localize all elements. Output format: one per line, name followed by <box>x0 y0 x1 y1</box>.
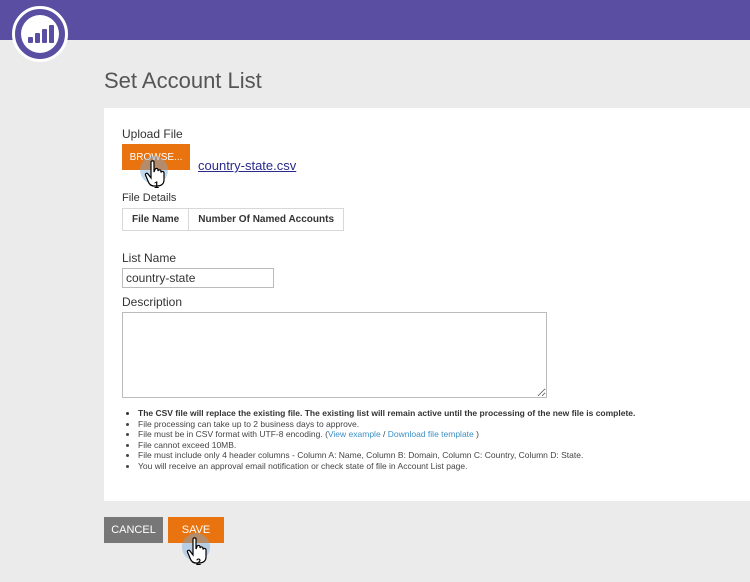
note-item: The CSV file will replace the existing f… <box>138 408 750 419</box>
note-separator: / <box>380 429 388 439</box>
list-name-input[interactable] <box>122 268 274 288</box>
uploaded-file-link[interactable]: country-state.csv <box>198 158 296 173</box>
note-item: File processing can take up to 2 busines… <box>138 419 750 430</box>
description-label: Description <box>122 295 183 309</box>
list-name-label: List Name <box>122 251 177 265</box>
note-item: You will receive an approval email notif… <box>138 461 750 472</box>
save-button[interactable]: SAVE <box>168 517 224 543</box>
download-template-link[interactable]: Download file template <box>388 429 474 439</box>
file-details-label: File Details <box>122 192 177 204</box>
table-header-row: File Name Number Of Named Accounts <box>121 208 345 231</box>
top-bar <box>0 0 750 40</box>
file-details-table: File Name Number Of Named Accounts <box>121 208 345 231</box>
note-text: ) <box>473 429 479 439</box>
column-header-named-accounts: Number Of Named Accounts <box>188 208 345 231</box>
note-text: File must be in CSV format with UTF-8 en… <box>138 429 328 439</box>
view-example-link[interactable]: View example <box>328 429 381 439</box>
marketo-logo[interactable] <box>12 6 68 62</box>
logo-icon <box>21 15 59 53</box>
upload-notes-list: The CSV file will replace the existing f… <box>122 408 750 471</box>
note-item: File must include only 4 header columns … <box>138 450 750 461</box>
form-panel: Upload File BROWSE... country-state.csv … <box>104 108 750 501</box>
upload-file-label: Upload File <box>122 127 183 141</box>
note-item: File must be in CSV format with UTF-8 en… <box>138 429 750 440</box>
cancel-button[interactable]: CANCEL <box>104 517 163 543</box>
page-title: Set Account List <box>104 68 262 93</box>
description-textarea[interactable] <box>122 312 547 398</box>
step-number: 2 <box>196 557 202 567</box>
browse-button[interactable]: BROWSE... <box>122 144 190 170</box>
column-header-file-name: File Name <box>121 208 190 231</box>
note-item: File cannot exceed 10MB. <box>138 440 750 451</box>
